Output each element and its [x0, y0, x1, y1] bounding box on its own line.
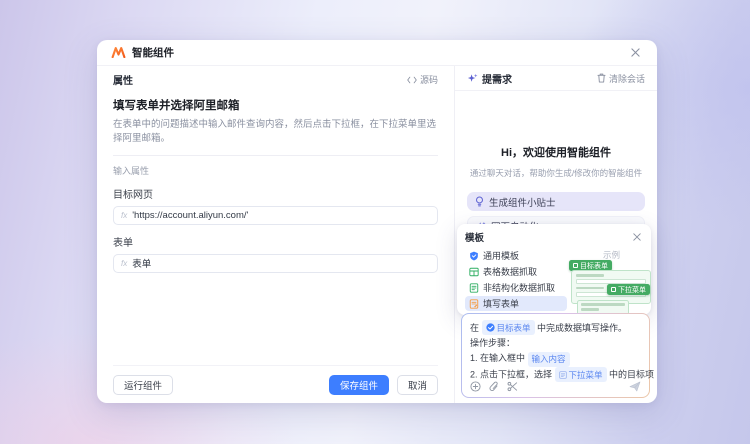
send-icon[interactable]: [629, 381, 641, 392]
chat-toolbar: [470, 381, 641, 392]
token-label: 输入内容: [532, 352, 566, 366]
requirement-title: 提需求: [482, 71, 512, 86]
fx-expression-icon: fx: [121, 259, 127, 268]
check-circle-icon: [486, 323, 495, 332]
table-icon: [469, 267, 479, 277]
chat-composer: 在 目标表单 中完成数据填写操作。 操作步骤： 1. 在输入框中 输入内容 2.…: [461, 313, 650, 398]
form-value: 表单: [132, 256, 151, 270]
badge-label: 目标表单: [580, 261, 608, 271]
sparkle-icon: [467, 73, 478, 84]
properties-label: 属性: [113, 72, 133, 87]
component-title: 填写表单并选择阿里邮箱: [113, 97, 438, 113]
modal-close-icon[interactable]: [628, 45, 643, 60]
component-description: 在表单中的问题描述中输入邮件查询内容，然后点击下拉框，在下拉菜单里选择阿里邮箱。: [113, 118, 438, 146]
target-url-value: 'https://account.aliyun.com/': [132, 210, 248, 221]
welcome-block: Hi，欢迎使用智能组件 通过聊天对话，帮助你生成/修改你的智能组件 生成组件小贴…: [455, 91, 657, 235]
token-label: 下拉菜单: [569, 368, 603, 382]
template-popup-title: 模板: [465, 230, 484, 244]
desktop-background: 智能组件 属性 源码 填写表单并选择阿里邮箱 在表单中的问题描: [0, 0, 750, 444]
requirement-header: 提需求 清除会话: [455, 66, 657, 91]
template-example-preview: 示例 目标表单: [567, 248, 643, 311]
properties-footer: 运行组件 保存组件 取消: [113, 365, 438, 395]
template-item-label: 非结构化数据抓取: [483, 281, 555, 294]
fx-expression-icon: fx: [121, 211, 127, 220]
template-item-label: 填写表单: [483, 297, 519, 310]
badge-label: 下拉菜单: [618, 285, 646, 295]
save-component-button[interactable]: 保存组件: [329, 375, 389, 395]
token-label: 目标表单: [497, 321, 531, 335]
welcome-title: Hi，欢迎使用智能组件: [467, 144, 645, 160]
field-label-form: 表单: [113, 234, 438, 249]
chat-text-segment: 中的目标项: [607, 370, 655, 380]
target-form-token[interactable]: 目标表单: [482, 320, 535, 335]
requirement-panel: 提需求 清除会话 Hi，欢迎使用智能组件 通过聊天对话，帮助你生成/修改你的智能…: [455, 66, 657, 403]
field-label-target-url: 目标网页: [113, 186, 438, 201]
dropdown-icon: [559, 371, 567, 379]
modal-header: 智能组件: [97, 40, 657, 66]
clear-session-label: 清除会话: [609, 72, 645, 85]
properties-panel: 属性 源码 填写表单并选择阿里邮箱 在表单中的问题描述中输入邮件查询内容，然后点…: [97, 66, 455, 403]
code-icon: [407, 76, 417, 84]
document-icon: [469, 283, 479, 293]
app-logo-icon: [111, 47, 126, 58]
badge-square-icon: [573, 263, 578, 268]
target-url-input[interactable]: fx 'https://account.aliyun.com/': [113, 206, 438, 225]
chat-text-segment: 1. 在输入框中: [470, 353, 528, 363]
template-popup-header: 模板: [465, 230, 643, 244]
modal-body: 属性 源码 填写表单并选择阿里邮箱 在表单中的问题描述中输入邮件查询内容，然后点…: [97, 66, 657, 403]
trash-icon: [597, 73, 606, 83]
chat-text-segment: 在: [470, 323, 482, 333]
example-badge-dropdown: 下拉菜单: [607, 284, 650, 295]
template-item-table-scrape[interactable]: 表格数据抓取: [465, 264, 567, 279]
mini-dropdown-line: [581, 308, 599, 311]
input-group-label: 输入属性: [113, 164, 438, 177]
template-item-label: 表格数据抓取: [483, 265, 537, 278]
chat-steps-label: 操作步骤：: [470, 336, 641, 351]
template-popup-body: 通用模板 表格数据抓取: [465, 248, 643, 311]
scissors-icon[interactable]: [507, 381, 518, 392]
run-component-button[interactable]: 运行组件: [113, 375, 173, 395]
mini-form-line: [576, 274, 604, 277]
template-popup: 模板 通用模板: [457, 224, 651, 315]
cancel-button[interactable]: 取消: [397, 375, 438, 395]
chat-text-segment: 中完成数据填写操作。: [535, 323, 628, 333]
bulb-icon: [475, 196, 484, 207]
properties-header: 属性 源码: [113, 72, 438, 87]
form-icon: [469, 299, 479, 309]
template-popup-close-icon[interactable]: [631, 231, 643, 243]
template-item-general[interactable]: 通用模板: [465, 248, 567, 263]
shield-icon: [469, 251, 479, 261]
badge-square-icon: [611, 287, 616, 292]
clear-session-button[interactable]: 清除会话: [597, 72, 645, 85]
template-item-unstructured-scrape[interactable]: 非结构化数据抓取: [465, 280, 567, 295]
mini-dropdown-line: [581, 303, 625, 306]
divider: [113, 155, 438, 156]
input-content-token[interactable]: 输入内容: [528, 352, 570, 367]
form-input[interactable]: fx 表单: [113, 254, 438, 273]
tip-label: 生成组件小贴士: [489, 195, 556, 209]
modal-title: 智能组件: [132, 45, 174, 60]
mini-form-line: [576, 287, 604, 290]
chat-text-segment: 2. 点击下拉框，选择: [470, 370, 555, 380]
source-code-label: 源码: [420, 73, 438, 86]
tip-generate-component[interactable]: 生成组件小贴士: [467, 192, 645, 211]
chat-input[interactable]: 在 目标表单 中完成数据填写操作。 操作步骤： 1. 在输入框中 输入内容 2.…: [470, 320, 641, 383]
paperclip-icon[interactable]: [489, 381, 499, 392]
smart-component-modal: 智能组件 属性 源码 填写表单并选择阿里邮箱 在表单中的问题描: [97, 40, 657, 403]
template-item-label: 通用模板: [483, 249, 519, 262]
spacer: [113, 273, 438, 365]
plus-circle-icon[interactable]: [470, 381, 481, 392]
welcome-subtitle: 通过聊天对话，帮助你生成/修改你的智能组件: [467, 167, 645, 179]
template-item-fill-form[interactable]: 填写表单: [465, 296, 567, 311]
source-code-link[interactable]: 源码: [407, 73, 438, 86]
template-list: 通用模板 表格数据抓取: [465, 248, 567, 311]
